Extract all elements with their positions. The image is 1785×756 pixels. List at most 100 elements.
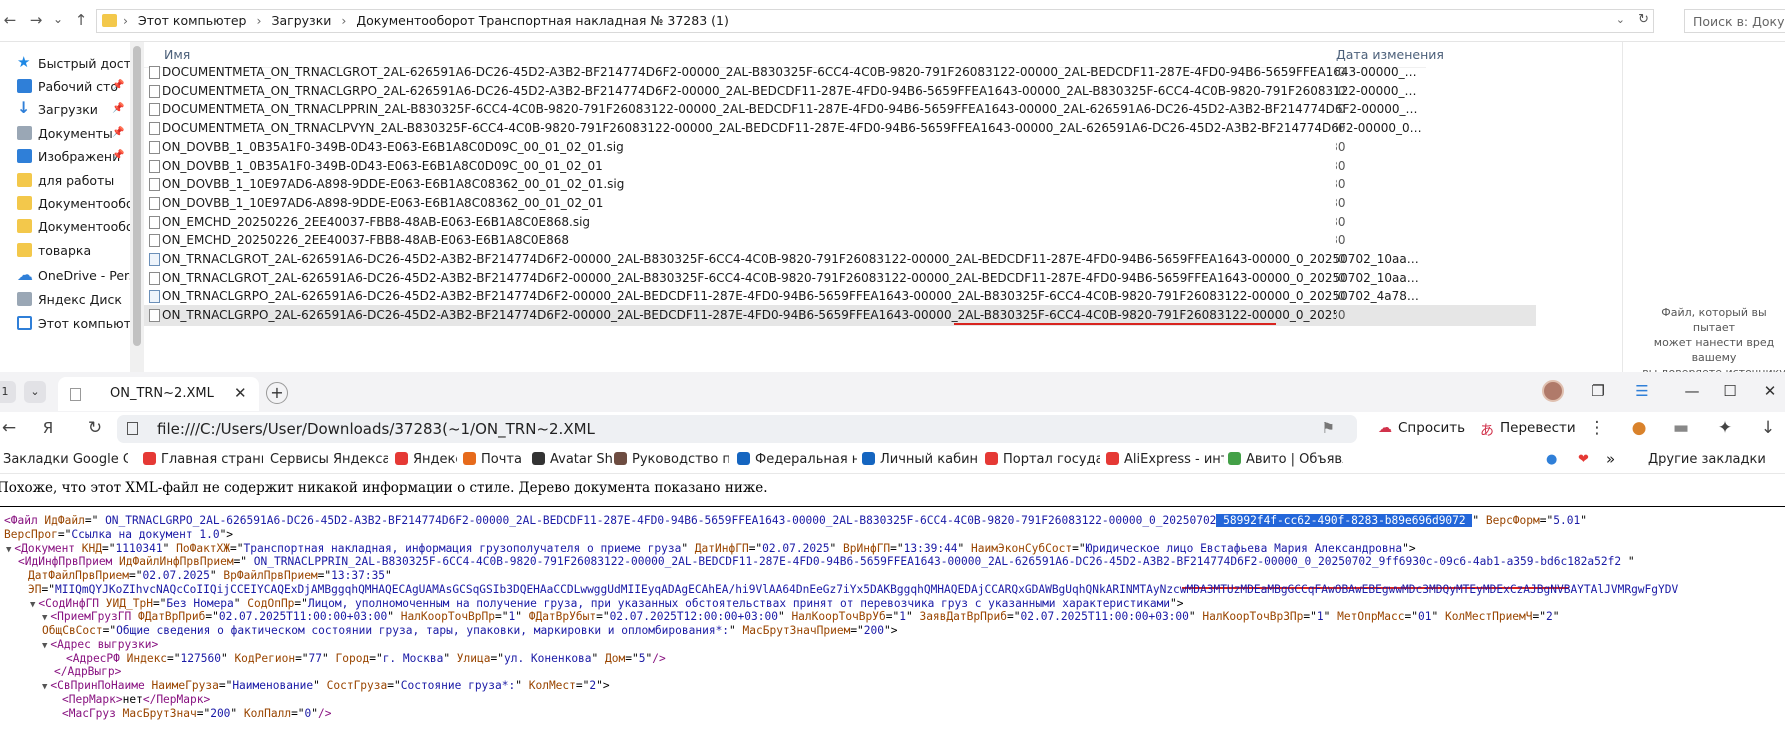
close-tab-icon[interactable]: ✕	[234, 384, 247, 402]
xml-text: ="	[129, 569, 143, 582]
bookmark-item[interactable]: Главная страница	[143, 452, 263, 467]
sidebar-item[interactable]: Рабочий сто 📌	[0, 75, 130, 99]
collapse-triangle-icon[interactable]: ▼	[42, 682, 47, 692]
recent-dropdown-icon[interactable]: ⌄	[48, 12, 68, 26]
collections-icon[interactable]: ❐	[1588, 382, 1608, 400]
extensions-puzzle-icon[interactable]: ✦	[1714, 418, 1736, 438]
sidebar-item[interactable]: ★ Быстрый доступ	[0, 52, 130, 76]
tab-active[interactable]: ON_TRN~2.XML ✕	[58, 377, 259, 411]
xml-attr-value: 200	[863, 624, 885, 637]
close-window-icon[interactable]: ✕	[1760, 382, 1780, 400]
menu-icon[interactable]: ☰	[1632, 382, 1652, 400]
minimize-icon[interactable]: —	[1682, 382, 1702, 400]
xml-attr-value: г. Москва	[382, 651, 444, 665]
xml-text: ="	[596, 610, 610, 624]
sidebar-item-label: Загрузки	[38, 102, 98, 117]
breadcrumb-item[interactable]: Загрузки	[271, 13, 331, 28]
breadcrumb-item[interactable]: Этот компьютер	[138, 13, 247, 28]
date-modified: 03.07.2025 9:30	[1336, 158, 1346, 173]
bookmark-item[interactable]: Яндекс	[395, 452, 457, 467]
xml-attr-value: Общие сведения о фактическом состоянии г…	[116, 624, 730, 637]
xml-tag: <СвПринПоНаиме	[50, 679, 152, 692]
translate-button[interactable]: あ Перевести	[1472, 416, 1582, 442]
bookmark-favicon-icon	[985, 452, 998, 465]
xml-tag: <ИдИнфПрвПрием	[18, 555, 120, 569]
collapse-triangle-icon[interactable]: ▼	[30, 600, 35, 610]
bookmark-favicon-icon	[463, 452, 476, 465]
sidebar-item-label: Документы	[38, 126, 113, 141]
tabs-dropdown-icon[interactable]: ⌄	[24, 381, 46, 403]
bookmark-item[interactable]: Портал государст	[985, 452, 1100, 467]
maximize-icon[interactable]: ☐	[1720, 382, 1740, 400]
bookmarks-overflow-icon[interactable]: »	[1606, 450, 1615, 468]
pin-icon: 📌	[112, 103, 125, 114]
xml-attr-name: КолПалл	[243, 706, 292, 720]
date-modified: 03.07.2025 9:30	[1336, 83, 1346, 98]
search-input[interactable]: Поиск в: Докум	[1684, 9, 1785, 33]
forward-icon[interactable]: →	[26, 11, 46, 29]
bookmark-icon[interactable]: ⚑	[1322, 419, 1335, 437]
up-icon[interactable]: ↑	[71, 11, 91, 29]
path-field[interactable]: › Этот компьютер › Загрузки › Документоо…	[96, 9, 1654, 33]
back-icon[interactable]: ←	[0, 418, 20, 438]
file-icon	[149, 122, 160, 136]
heart-icon[interactable]: ❤	[1578, 452, 1589, 467]
scrollbar-thumb[interactable]	[133, 46, 141, 346]
address-bar[interactable]: file:///C:/Users/User/Downloads/37283(~1…	[117, 415, 1357, 443]
collapse-triangle-icon[interactable]: ▼	[42, 613, 47, 623]
downloads-icon[interactable]: ↓	[1757, 418, 1779, 438]
back-icon[interactable]: ←	[0, 11, 20, 29]
ask-button[interactable]: ☁ Спросить	[1370, 416, 1473, 442]
sidebar-item-label: товарка	[38, 243, 92, 258]
other-bookmarks[interactable]: Другие закладки	[1648, 452, 1766, 467]
folder-icon	[102, 14, 117, 27]
bookmark-item[interactable]: Avatar Shop	[532, 452, 612, 467]
refresh-icon[interactable]: ↻	[1638, 12, 1649, 27]
bookmark-item[interactable]: Авито | Объявлен	[1228, 452, 1343, 467]
sidebar-item[interactable]: ☁ OneDrive - Persor	[0, 264, 130, 288]
breadcrumb-separator[interactable]: ›	[256, 13, 261, 28]
reload-icon[interactable]: ↻	[84, 418, 106, 438]
path-dropdown-icon[interactable]: ⌄	[1616, 13, 1625, 26]
sidebar-item[interactable]: товарка	[0, 239, 130, 263]
sidebar-item[interactable]: Документы 📌	[0, 122, 130, 146]
extension-icon[interactable]: ●	[1628, 418, 1650, 438]
bookmark-item[interactable]: Федеральная нал	[737, 452, 857, 467]
more-icon[interactable]: ⋮	[1586, 418, 1608, 438]
bookmark-item[interactable]: AliExpress - интер	[1106, 452, 1224, 467]
tab-counter-icon[interactable]: 1	[0, 381, 16, 403]
bookmark-item[interactable]: Личный кабинет	[862, 452, 977, 467]
sidebar-item[interactable]: Документообор	[0, 215, 130, 239]
globe-icon[interactable]: ●	[1546, 452, 1557, 467]
collapse-triangle-icon[interactable]: ▼	[6, 545, 11, 555]
yandex-icon[interactable]: Я	[37, 419, 59, 437]
xml-attr-value: 01	[1417, 610, 1432, 624]
sidebar-item[interactable]: ↓ Загрузки 📌	[0, 98, 130, 122]
xml-text: ="	[84, 514, 99, 527]
sidebar-item[interactable]: Документообор	[0, 192, 130, 216]
new-tab-button[interactable]: +	[266, 382, 288, 404]
avatar[interactable]	[1542, 380, 1564, 402]
bookmark-label: Руководство по п	[632, 452, 729, 467]
bookmark-item[interactable]: Руководство по п	[614, 452, 729, 467]
column-name[interactable]: Имя	[164, 47, 190, 62]
xml-text: ="	[1072, 541, 1086, 555]
bookmark-item[interactable]: Почта	[463, 452, 522, 467]
bookmark-item[interactable]: Закладки Google Ch ⌄	[3, 452, 128, 467]
sidebar-item[interactable]: для работы	[0, 169, 130, 193]
breadcrumb-separator[interactable]: ›	[123, 13, 128, 28]
breadcrumb-separator[interactable]: ›	[341, 13, 346, 28]
breadcrumb-item[interactable]: Документооборот Транспортная накладная №…	[356, 13, 728, 28]
extension-icon[interactable]: ▬	[1670, 418, 1692, 438]
bookmark-favicon-icon	[1106, 452, 1119, 465]
xml-text: ="	[1303, 610, 1317, 624]
desktop-icon	[17, 79, 32, 93]
url-text[interactable]: file:///C:/Users/User/Downloads/37283(~1…	[157, 420, 595, 438]
sidebar-item[interactable]: Яндекс Диск	[0, 288, 130, 312]
xml-attr-value: Транспортная накладная, информация грузо…	[243, 541, 682, 555]
collapse-triangle-icon[interactable]: ▼	[42, 641, 47, 651]
sidebar-item[interactable]: Изображени 📌	[0, 145, 130, 169]
sidebar-item[interactable]: Этот компьютер	[0, 312, 130, 336]
navigation-scrollbar[interactable]	[130, 42, 144, 372]
bookmark-item[interactable]: Сервисы Яндекса ⌄	[270, 452, 388, 467]
